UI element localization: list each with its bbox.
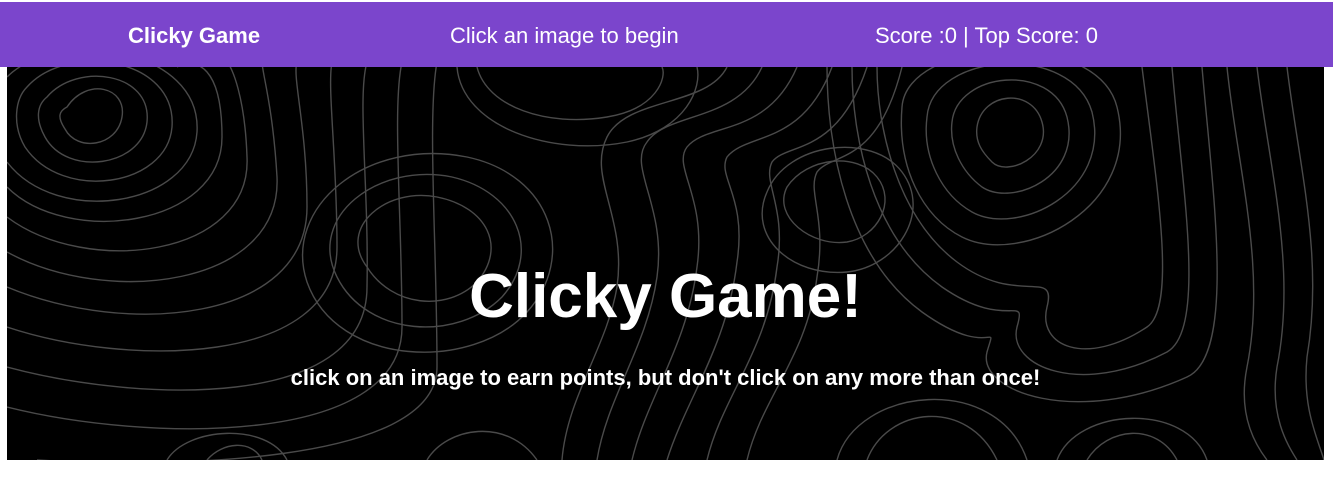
brand-link[interactable]: Clicky Game — [128, 2, 260, 67]
app-frame: Clicky Game Click an image to begin Scor… — [0, 0, 1333, 498]
score-display: Score :0 | Top Score: 0 — [875, 23, 1098, 48]
navbar: Clicky Game Click an image to begin Scor… — [0, 2, 1333, 67]
status-message: Click an image to begin — [450, 23, 679, 48]
hero-banner: Clicky Game! click on an image to earn p… — [7, 67, 1324, 460]
hero-title: Clicky Game! — [469, 262, 862, 331]
hero-subtitle: click on an image to earn points, but do… — [290, 365, 1041, 390]
page-edge — [1324, 67, 1333, 460]
